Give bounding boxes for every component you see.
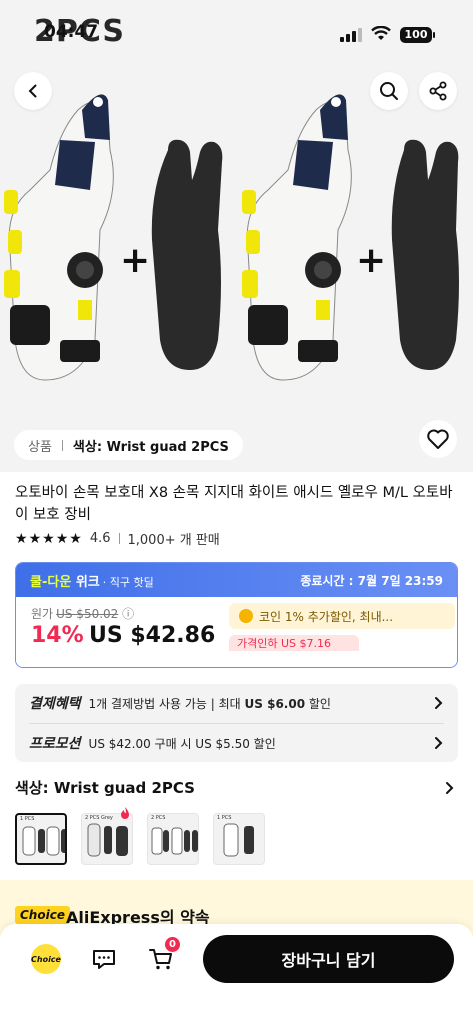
- search-button[interactable]: [370, 72, 408, 110]
- variant-breadcrumb[interactable]: 상품 색상: Wrist guad 2PCS: [14, 430, 243, 460]
- back-button[interactable]: [14, 72, 52, 110]
- variant-thumb-label: 2 PCS Grey: [85, 815, 113, 821]
- variant-thumbnails: 1 PCS 2 PCS Grey 2 PCS 1 PCS: [15, 813, 265, 865]
- variant-thumb[interactable]: 1 PCS: [213, 813, 265, 865]
- wifi-icon: [371, 26, 391, 40]
- breadcrumb-divider: [61, 439, 63, 451]
- add-to-cart-button[interactable]: 장바구니 담기: [203, 935, 454, 983]
- payment-benefit-amount: US $6.00: [244, 696, 306, 711]
- payment-benefit-text: 1개 결제방법 사용 가능 | 최대 US $6.00 할인: [89, 695, 331, 712]
- deal-brand-sub: · 직구 핫딜: [102, 575, 154, 589]
- chevron-right-icon[interactable]: [443, 781, 455, 795]
- benefits-divider: [29, 723, 444, 724]
- chat-icon[interactable]: [91, 946, 117, 972]
- promotion-label: 프로모션: [29, 736, 81, 752]
- info-icon[interactable]: ⓘ: [122, 607, 134, 621]
- rating-value: 4.6: [89, 531, 111, 546]
- sold-count: 1,000+ 개 판매: [127, 533, 220, 548]
- choice-store-icon[interactable]: Choice: [31, 944, 61, 974]
- variant-thumb[interactable]: 1 PCS: [15, 813, 67, 865]
- original-price: 원가 US $50.02 ⓘ: [31, 605, 134, 622]
- svg-text:+: +: [356, 240, 386, 281]
- chevron-right-icon: [435, 737, 443, 749]
- sale-price: US $42.86: [89, 623, 216, 648]
- benefits-panel: 결제혜택 1개 결제방법 사용 가능 | 최대 US $6.00 할인 프로모션…: [15, 684, 458, 762]
- deal-body: 원가 US $50.02 ⓘ 14% US $42.86 코인 1% 추가할인, …: [16, 597, 457, 667]
- deal-brand-a: 쿨-다운: [30, 574, 72, 590]
- battery-icon: 100: [400, 27, 435, 43]
- variant-thumb-label: 2 PCS: [151, 815, 166, 821]
- variant-thumb[interactable]: 2 PCS: [147, 813, 199, 865]
- status-time: 04:47: [44, 22, 99, 42]
- payment-benefit-row[interactable]: 결제혜택 1개 결제방법 사용 가능 | 최대 US $6.00 할인: [29, 688, 444, 718]
- share-icon: [429, 81, 447, 101]
- payment-benefit-pre: 1개 결제방법 사용 가능 | 최대: [88, 696, 245, 711]
- original-price-label: 원가: [31, 607, 54, 621]
- product-gallery[interactable]: + + 상품 색상: Wrist guad 2PCS: [0, 0, 473, 472]
- share-button[interactable]: [419, 72, 457, 110]
- bottom-action-bar: Choice 0 장바구니 담기: [0, 924, 473, 1024]
- breadcrumb-label: 상품: [28, 439, 52, 455]
- status-bar: 2PCS 04:47 100: [0, 0, 473, 70]
- variant-thumb-label: 1 PCS: [20, 816, 35, 822]
- price-drop-tag: 가격인하 US $7.16: [229, 635, 359, 651]
- deal-brand-b: 위크: [75, 574, 100, 590]
- payment-benefit-label: 결제혜택: [29, 696, 81, 712]
- product-image: + +: [4, 94, 459, 381]
- breadcrumb-value: 색상: Wrist guad 2PCS: [72, 439, 229, 455]
- wishlist-button[interactable]: [419, 420, 457, 458]
- svg-text:+: +: [120, 240, 150, 281]
- deal-brand: 쿨-다운 위크 · 직구 핫딜: [30, 571, 154, 590]
- rating-divider: [118, 533, 120, 544]
- rating-row[interactable]: ★ ★ ★ ★ ★ 4.6 1,000+ 개 판매: [15, 529, 220, 549]
- chevron-right-icon: [435, 697, 443, 709]
- deal-box[interactable]: 쿨-다운 위크 · 직구 핫딜 종료시간 : 7월 7일 23:59 원가 US $…: [15, 562, 458, 668]
- heart-icon: [427, 429, 449, 449]
- star-rating-icon: ★ ★ ★ ★ ★: [15, 530, 82, 547]
- signal-icon: [340, 28, 362, 42]
- choice-badge: Choice: [15, 906, 70, 924]
- cart-count-badge: 0: [165, 937, 180, 952]
- chevron-left-icon: [28, 84, 37, 98]
- fire-icon: [121, 807, 129, 819]
- variant-thumb-label: 1 PCS: [217, 815, 232, 821]
- discount-percent: 14%: [31, 623, 84, 648]
- coupon-text: 코인 1% 추가할인, 최내...: [259, 609, 394, 624]
- promotion-text: US $42.00 구매 시 US $5.50 할인: [88, 736, 276, 751]
- coin-icon: [239, 609, 253, 623]
- payment-benefit-post: 할인: [305, 696, 331, 711]
- deal-header: 쿨-다운 위크 · 직구 핫딜 종료시간 : 7월 7일 23:59: [16, 563, 457, 597]
- promotion-row[interactable]: 프로모션 US $42.00 구매 시 US $5.50 할인: [29, 728, 444, 758]
- search-icon: [380, 82, 398, 100]
- coin-coupon[interactable]: 코인 1% 추가할인, 최내...: [229, 603, 455, 629]
- color-selector-title[interactable]: 색상: Wrist guad 2PCS: [15, 777, 195, 798]
- deal-end-time: 종료시간 : 7월 7일 23:59: [300, 573, 443, 588]
- original-price-value: US $50.02: [56, 607, 119, 621]
- product-title: 오토바이 손목 보호대 X8 손목 지지대 화이트 애시드 옐로우 M/L 오토…: [15, 485, 453, 523]
